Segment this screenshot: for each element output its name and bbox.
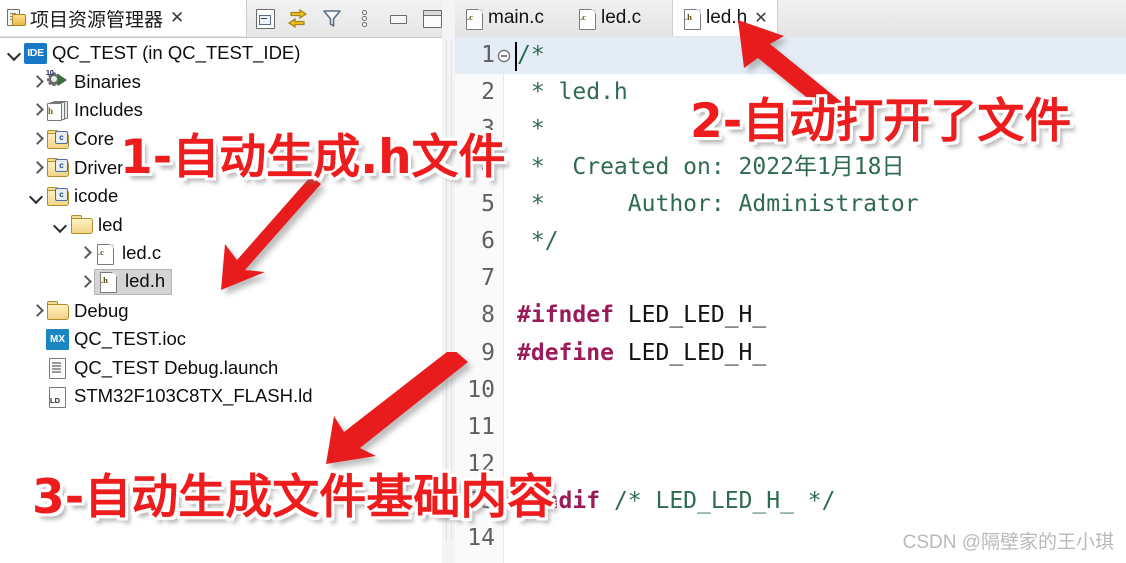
link-with-editor-icon[interactable]	[284, 5, 308, 32]
annotation-label-1: 1-自动生成.h文件	[120, 130, 506, 185]
annotation-arrow-1	[221, 178, 321, 290]
tree-item-project[interactable]: IDE QC_TEST (in QC_TEST_IDE)	[0, 39, 438, 68]
project-explorer-title: 项目资源管理器	[30, 9, 164, 31]
project-explorer-toolbar	[249, 0, 442, 36]
code-line[interactable]: 13 #endif /* LED_LED_H_ */	[455, 483, 1126, 520]
code-line[interactable]: 9 #define LED_LED_H_	[455, 335, 1126, 372]
code-line[interactable]: 8 #ifndef LED_LED_H_	[455, 297, 1126, 334]
tree-item-label: Debug	[74, 299, 129, 321]
mx-ioc-icon: MX	[46, 328, 69, 350]
line-number: 2	[481, 79, 495, 106]
c-folder-icon: c	[46, 186, 69, 207]
code-text: #define LED_LED_H_	[517, 335, 766, 372]
tree-item-label: QC_TEST.ioc	[74, 328, 187, 350]
chevron-down-icon[interactable]	[28, 188, 44, 204]
code-keyword: #define	[517, 339, 614, 366]
includes-icon: h	[46, 100, 69, 121]
line-number: 6	[481, 227, 495, 254]
code-text: /*	[517, 42, 545, 68]
code-comment: /* LED_LED_H_ */	[600, 488, 836, 515]
c-file-icon: .c	[94, 243, 117, 265]
code-line[interactable]: 7	[455, 260, 1126, 297]
tree-item-label: Core	[74, 128, 115, 150]
chevron-right-icon[interactable]	[28, 160, 44, 176]
csdn-watermark: CSDN @隔壁家的王小琪	[902, 532, 1114, 553]
chevron-right-icon[interactable]	[76, 245, 92, 261]
maximize-icon[interactable]	[418, 5, 442, 32]
line-number: 1	[481, 42, 495, 68]
code-keyword: #ifndef	[517, 302, 614, 329]
tree-item-label: led	[98, 213, 123, 235]
tree-item-label: STM32F103C8TX_FLASH.ld	[74, 385, 313, 407]
code-text: * led.h	[517, 79, 628, 106]
line-number: 8	[481, 302, 495, 329]
view-menu-icon[interactable]	[351, 5, 375, 32]
h-file-icon: .h	[681, 8, 701, 30]
tree-item-label: Binaries	[74, 70, 141, 92]
tab-label: led.c	[601, 7, 642, 28]
code-line[interactable]: 4 * Created on: 2022年1月18日	[455, 149, 1126, 186]
tab-led-c[interactable]: .c led.c	[568, 0, 672, 36]
ide-project-icon: IDE	[24, 42, 47, 64]
tree-item-ioc[interactable]: MX QC_TEST.ioc	[0, 325, 438, 354]
chevron-right-icon[interactable]	[28, 74, 44, 90]
code-identifier: LED_LED_H_	[613, 302, 767, 329]
tab-project-explorer[interactable]: 项目资源管理器 ✕	[0, 0, 247, 36]
tree-item-label: QC_TEST (in QC_TEST_IDE)	[52, 42, 301, 64]
tree-item-label: QC_TEST Debug.launch	[74, 356, 279, 378]
code-text: *	[517, 116, 545, 143]
chevron-right-icon[interactable]	[28, 102, 44, 118]
binaries-icon: 10	[46, 70, 69, 92]
code-text: #ifndef LED_LED_H_	[517, 297, 766, 334]
c-folder-icon: c	[46, 157, 69, 178]
code-line[interactable]: 11	[455, 409, 1126, 446]
c-folder-icon: c	[46, 129, 69, 150]
code-line[interactable]: 5 * Author: Administrator	[455, 186, 1126, 223]
tab-main-c[interactable]: .c main.c	[455, 0, 568, 36]
line-number: 7	[481, 265, 495, 292]
code-text: #endif /* LED_LED_H_ */	[517, 483, 836, 520]
code-text: */	[517, 227, 559, 254]
code-line[interactable]: 10	[455, 372, 1126, 409]
annotation-label-2: 2-自动打开了文件	[690, 94, 1072, 149]
ide-window: 项目资源管理器 ✕ IDE QC_TEST (in QC_TEST_IDE) 1…	[0, 0, 1126, 563]
collapse-all-icon[interactable]	[251, 5, 275, 32]
launch-file-icon	[46, 357, 69, 380]
project-explorer-icon	[6, 8, 26, 28]
chevron-right-icon[interactable]	[76, 274, 92, 290]
minimize-icon[interactable]	[384, 5, 408, 32]
chevron-down-icon[interactable]	[52, 217, 68, 233]
line-number: 5	[481, 190, 495, 217]
h-file-icon: .h	[97, 271, 120, 294]
chevron-right-icon[interactable]	[28, 303, 44, 319]
chevron-right-icon[interactable]	[28, 131, 44, 147]
filter-icon[interactable]	[318, 5, 342, 32]
ld-file-icon: LD	[46, 386, 69, 408]
tab-label: main.c	[488, 7, 544, 28]
folder-icon	[46, 300, 69, 321]
annotation-label-3: 3-自动生成文件基础内容	[32, 470, 555, 525]
code-line[interactable]: 6 */	[455, 223, 1126, 260]
c-file-icon: .c	[576, 8, 596, 30]
project-explorer-tabbar: 项目资源管理器 ✕	[0, 0, 442, 38]
folder-icon	[70, 214, 93, 235]
code-text: * Created on: 2022年1月18日	[517, 153, 905, 180]
close-icon[interactable]: ✕	[170, 9, 184, 27]
tree-item-label: icode	[74, 185, 119, 207]
chevron-down-icon[interactable]	[6, 45, 22, 61]
code-text: * Author: Administrator	[517, 190, 919, 217]
code-identifier: LED_LED_H_	[613, 339, 767, 366]
tree-item-binaries[interactable]: 10 Binaries	[0, 68, 438, 97]
c-file-icon: .c	[463, 8, 483, 30]
fold-toggle-icon[interactable]	[497, 48, 511, 63]
code-line[interactable]: 12	[455, 446, 1126, 483]
